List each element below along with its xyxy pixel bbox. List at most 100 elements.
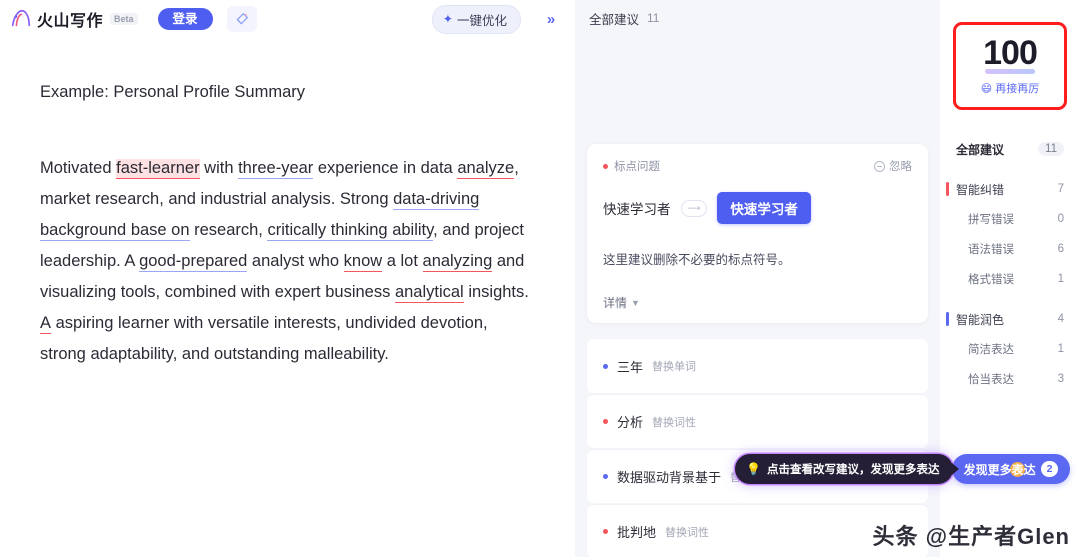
- document-area[interactable]: Example: Personal Profile Summary Motiva…: [0, 38, 575, 557]
- error-underline-run[interactable]: analyzing: [422, 251, 493, 272]
- lightbulb-icon: 💡: [746, 462, 761, 476]
- suggestion-row[interactable]: 三年 替换单词: [587, 339, 928, 393]
- score-underline-decoration: [985, 69, 1035, 74]
- text-run: research,: [189, 220, 268, 239]
- ignore-button[interactable]: 忽略: [874, 158, 912, 174]
- row-kind: 替换单词: [652, 361, 697, 373]
- text-run: with: [199, 158, 239, 177]
- stat-label: 语法错误: [968, 244, 1014, 256]
- stat-row-grammar-error[interactable]: 语法错误 6: [940, 234, 1080, 264]
- suggestion-card[interactable]: 标点问题 忽略 快速学习者 ⟶ 快速学习者 这里建议删除不必要的标点符号。 详情…: [587, 144, 928, 323]
- text-run: insights.: [463, 282, 529, 301]
- stats-column: 100 😄 再接再厉 全部建议 11 智能纠错 7 拼写错误 0 语法错误 6 …: [940, 0, 1080, 557]
- discover-label: 发现更多表达: [963, 462, 1036, 477]
- suggestion-column: 全部建议 11 标点问题 忽略 快速学习者 ⟶ 快速学习者 这里建议删除不必要的…: [575, 0, 954, 557]
- sparkle-icon: ✦: [442, 12, 453, 26]
- collapse-panel-button[interactable]: »: [539, 7, 563, 31]
- row-word: 批判地: [617, 525, 657, 540]
- row-kind: 替换词性: [652, 416, 697, 429]
- watermark: 头条 @生产者Glen: [872, 524, 1070, 549]
- stat-row-format-error[interactable]: 格式错误 1: [940, 264, 1080, 294]
- brand[interactable]: 火山写作 Beta: [10, 7, 138, 31]
- editor-column: 火山写作 Beta 登录 ✦ 一键优化 » Example: Personal …: [0, 0, 575, 557]
- polish-underline-run[interactable]: critically thinking ability: [267, 220, 434, 241]
- discover-count: 2: [1040, 460, 1059, 478]
- stat-row-spelling-error[interactable]: 拼写错误 0: [940, 204, 1080, 234]
- rewrite-hint-tooltip: 💡 点击查看改写建议，发现更多表达: [735, 454, 954, 484]
- suggestion-header-label: 全部建议: [589, 12, 640, 27]
- one-click-optimize-button[interactable]: ✦ 一键优化: [431, 4, 521, 34]
- stat-label: 智能纠错: [956, 182, 1005, 197]
- row-dot-icon: [603, 529, 608, 534]
- stat-list: 全部建议 11 智能纠错 7 拼写错误 0 语法错误 6 格式错误 1 智能润色…: [940, 134, 1080, 394]
- stat-count: 1: [1057, 273, 1064, 285]
- error-underline-run[interactable]: know: [343, 251, 383, 272]
- details-label: 详情: [603, 296, 628, 310]
- stat-row-smart-correction[interactable]: 智能纠错 7: [940, 174, 1080, 204]
- minus-circle-icon: [874, 160, 885, 172]
- stat-row-smart-polish[interactable]: 智能润色 4: [940, 304, 1080, 334]
- brand-name: 火山写作: [37, 13, 104, 30]
- chevron-down-icon: ▼: [631, 297, 640, 308]
- stat-row-all-suggestions[interactable]: 全部建议 11: [940, 134, 1080, 164]
- stat-row-concise-expression[interactable]: 简洁表达 1: [940, 334, 1080, 364]
- error-underline-run[interactable]: A: [40, 313, 52, 334]
- original-word: 快速学习者: [603, 202, 671, 217]
- volcano-logo-icon: [11, 9, 31, 27]
- suggestion-card-tag: 标点问题: [603, 158, 660, 174]
- app-root: 火山写作 Beta 登录 ✦ 一键优化 » Example: Personal …: [0, 0, 1080, 557]
- stat-count: 11: [1038, 142, 1064, 156]
- error-highlight-run[interactable]: fast-learner: [116, 158, 200, 179]
- replacement-row: 快速学习者 ⟶ 快速学习者: [603, 192, 912, 224]
- error-underline-run[interactable]: analyze: [457, 158, 515, 179]
- group-indicator-bar: [946, 312, 949, 326]
- score-label-text: 再接再厉: [995, 83, 1040, 95]
- group-indicator-bar: [946, 182, 949, 196]
- stat-label: 拼写错误: [968, 214, 1014, 226]
- issue-dot-icon: [603, 163, 608, 169]
- discover-more-button[interactable]: 发现更多表达 2: [952, 454, 1070, 484]
- text-run: experience in data: [313, 158, 458, 177]
- stat-label: 格式错误: [968, 274, 1014, 286]
- row-word: 三年: [617, 359, 644, 375]
- row-dot-icon: [603, 419, 608, 424]
- ignore-label: 忽略: [889, 161, 912, 173]
- row-dot-icon: [603, 474, 608, 479]
- stat-label: 智能润色: [956, 312, 1005, 327]
- row-kind: 替换词性: [665, 526, 710, 539]
- stat-label: 全部建议: [956, 142, 1005, 157]
- score-emoji-icon: 😄: [980, 82, 993, 95]
- suggestion-details-toggle[interactable]: 详情 ▼: [603, 294, 912, 311]
- top-toolbar: 火山写作 Beta 登录 ✦ 一键优化 »: [0, 0, 575, 38]
- stat-label: 简洁表达: [968, 344, 1014, 356]
- stat-row-appropriate-expression[interactable]: 恰当表达 3: [940, 364, 1080, 394]
- issue-type-label: 标点问题: [614, 161, 660, 173]
- polish-underline-run[interactable]: three-year: [238, 158, 314, 179]
- suggestion-row[interactable]: 分析 替换词性: [587, 394, 928, 448]
- apply-replacement-button[interactable]: 快速学习者: [717, 192, 811, 224]
- suggestion-card-header: 标点问题 忽略: [603, 158, 912, 174]
- stat-count: 1: [1057, 343, 1064, 355]
- arrow-right-icon: ⟶: [680, 199, 708, 217]
- error-underline-run[interactable]: analytical: [394, 282, 464, 303]
- tooltip-text: 点击查看改写建议，发现更多表达: [766, 464, 940, 476]
- magic-wand-glyph: [236, 12, 248, 25]
- document-body[interactable]: Motivated fast-learner with three-year e…: [40, 153, 535, 370]
- suggestion-description: 这里建议删除不必要的标点符号。: [603, 253, 791, 267]
- score-card: 100 😄 再接再厉: [953, 22, 1067, 110]
- magic-wand-icon[interactable]: [226, 6, 257, 32]
- stat-label: 恰当表达: [968, 374, 1014, 386]
- stat-count: 6: [1057, 243, 1064, 255]
- text-run: analyst who: [247, 251, 344, 270]
- stat-count: 0: [1057, 213, 1064, 225]
- optimize-label: 一键优化: [456, 13, 507, 28]
- text-run: Motivated: [40, 158, 117, 177]
- beta-badge: Beta: [110, 13, 138, 25]
- polish-underline-run[interactable]: good-prepared: [139, 251, 248, 272]
- login-button[interactable]: 登录: [157, 7, 213, 31]
- score-value: 100: [983, 34, 1038, 72]
- row-word: 分析: [617, 415, 644, 430]
- row-dot-icon: [603, 363, 608, 369]
- row-word: 数据驱动背景基于: [617, 470, 722, 485]
- text-run: a lot: [382, 251, 423, 270]
